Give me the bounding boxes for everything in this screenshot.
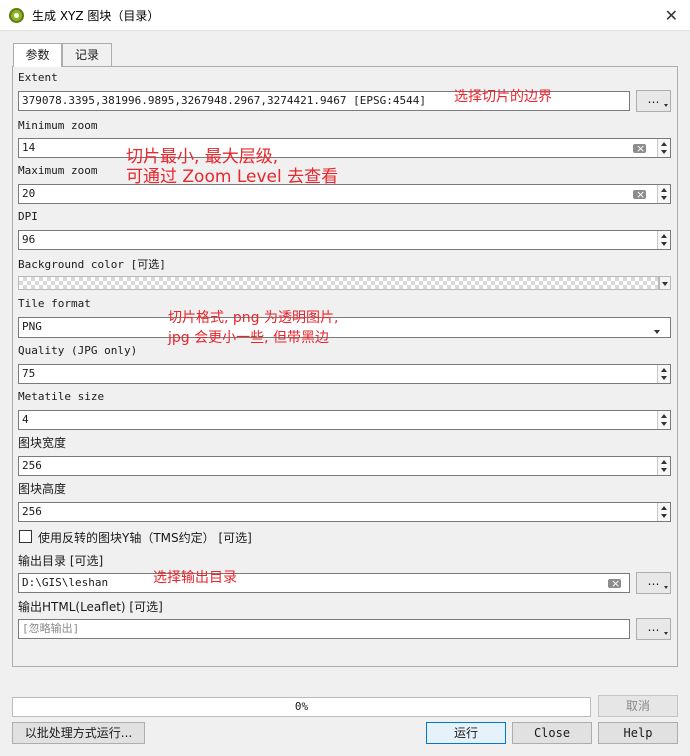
spin-arrows-icon[interactable] (657, 503, 670, 521)
spin-arrows-icon[interactable] (657, 411, 670, 429)
tile-height-spinbox[interactable]: 256 (18, 502, 671, 522)
dpi-label: DPI (18, 210, 38, 223)
tile-format-annotation: 切片格式, png 为透明图片, jpg 会更小一些, 但带黑边 (168, 310, 339, 346)
metatile-size-spinbox[interactable]: 4 (18, 410, 671, 430)
extent-label: Extent (18, 71, 58, 84)
tile-height-label: 图块高度 (18, 482, 67, 496)
output-html-input[interactable]: [忽略输出] (18, 619, 630, 639)
tile-width-label: 图块宽度 (18, 436, 67, 450)
zoom-annotation: 切片最小, 最大层级, 可通过 Zoom Level 去查看 (126, 147, 339, 188)
output-html-placeholder: [忽略输出] (22, 622, 80, 635)
cancel-button[interactable]: 取消 (598, 695, 678, 717)
tile-format-label: Tile format (18, 297, 91, 310)
spin-arrows-icon[interactable] (657, 185, 670, 203)
background-color-label: Background color [可选] (18, 258, 166, 271)
close-icon[interactable]: ✕ (665, 6, 678, 25)
tile-width-spinbox[interactable]: 256 (18, 456, 671, 476)
spin-arrows-icon[interactable] (657, 139, 670, 157)
quality-value: 75 (22, 367, 36, 380)
output-html-label: 输出HTML(Leaflet) [可选] (18, 600, 163, 614)
max-zoom-spinbox[interactable]: 20 (18, 184, 671, 204)
quality-label: Quality (JPG only) (18, 344, 138, 357)
tab-log[interactable]: 记录 (62, 43, 112, 66)
output-dir-value: D:\GIS\leshan (22, 576, 109, 589)
dropdown-caret-icon (664, 586, 668, 589)
min-zoom-value: 14 (22, 141, 36, 154)
ellipsis-icon: … (647, 92, 660, 106)
output-dir-label: 输出目录 [可选] (18, 554, 104, 568)
progress-bar: 0% (12, 697, 591, 717)
background-color-swatch[interactable] (18, 276, 659, 290)
tile-height-value: 256 (22, 505, 42, 518)
dpi-spinbox[interactable]: 96 (18, 230, 671, 250)
quality-spinbox[interactable]: 75 (18, 364, 671, 384)
qgis-app-icon (9, 8, 24, 23)
tile-format-value: PNG (22, 320, 42, 333)
spin-arrows-icon[interactable] (657, 457, 670, 475)
run-button[interactable]: 运行 (426, 722, 506, 744)
extent-annotation: 选择切片的边界 (454, 89, 552, 105)
help-button[interactable]: Help (598, 722, 678, 744)
min-zoom-label: Minimum zoom (18, 119, 98, 132)
dropdown-caret-icon (664, 104, 668, 107)
title-bar: 生成 XYZ 图块（目录） ✕ (0, 0, 690, 31)
output-dir-browse-button[interactable]: … (636, 572, 671, 594)
spin-arrows-icon[interactable] (657, 365, 670, 383)
metatile-size-label: Metatile size (18, 390, 105, 403)
tms-checkbox-label: 使用反转的图块Y轴（TMS约定） [可选] (38, 531, 252, 545)
clear-icon[interactable] (633, 140, 646, 157)
window-title: 生成 XYZ 图块（目录） (32, 9, 160, 23)
dropdown-caret-icon (664, 632, 668, 635)
ellipsis-icon: … (647, 620, 660, 634)
chevron-down-icon (652, 325, 662, 334)
tile-format-select[interactable]: PNG (18, 317, 671, 338)
spin-arrows-icon[interactable] (657, 231, 670, 249)
close-button[interactable]: Close (512, 722, 592, 744)
max-zoom-label: Maximum zoom (18, 164, 98, 177)
metatile-size-value: 4 (22, 413, 29, 426)
tile-width-value: 256 (22, 459, 42, 472)
clear-icon[interactable] (608, 575, 621, 592)
min-zoom-spinbox[interactable]: 14 (18, 138, 671, 158)
ellipsis-icon: … (647, 574, 660, 588)
clear-icon[interactable] (633, 186, 646, 203)
output-html-browse-button[interactable]: … (636, 618, 671, 640)
max-zoom-value: 20 (22, 187, 36, 200)
batch-process-button[interactable]: 以批处理方式运行... (12, 722, 145, 744)
output-dir-annotation: 选择输出目录 (153, 570, 237, 586)
tms-checkbox[interactable] (19, 530, 32, 543)
dpi-value: 96 (22, 233, 36, 246)
output-dir-input[interactable]: D:\GIS\leshan (18, 573, 630, 593)
extent-options-button[interactable]: … (636, 90, 671, 112)
chevron-down-icon[interactable] (659, 276, 671, 290)
tab-parameters[interactable]: 参数 (13, 43, 62, 67)
